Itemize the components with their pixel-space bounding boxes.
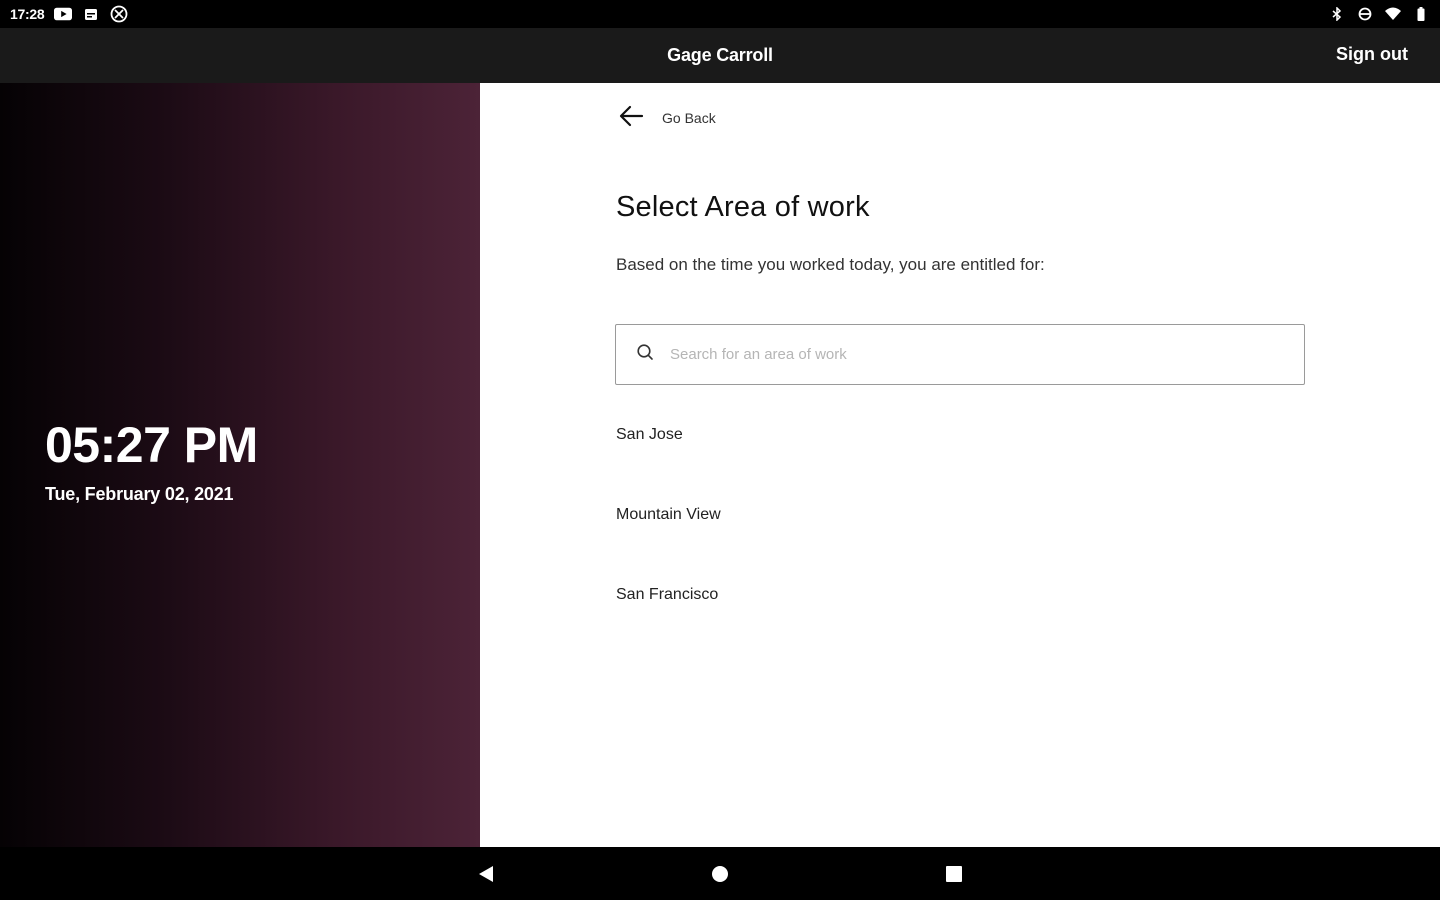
search-box[interactable] <box>615 324 1305 385</box>
clock-panel: 05:27 PM Tue, February 02, 2021 <box>0 83 480 847</box>
status-right <box>1328 7 1430 21</box>
calendar-icon <box>82 7 100 21</box>
settings-badge-icon <box>110 5 128 23</box>
clock-time: 05:27 PM <box>45 417 258 473</box>
bluetooth-icon <box>1328 7 1346 21</box>
search-icon <box>636 343 654 366</box>
page-title: Select Area of work <box>616 191 870 223</box>
app-header: Gage Carroll Sign out <box>0 28 1440 83</box>
wifi-icon <box>1384 7 1402 21</box>
status-bar: 17:28 <box>0 0 1440 28</box>
content-panel: Go Back Select Area of work Based on the… <box>480 83 1440 847</box>
go-back-button[interactable]: Go Back <box>618 103 716 132</box>
arrow-left-icon <box>618 103 644 132</box>
home-icon[interactable] <box>710 864 730 884</box>
data-saver-icon <box>1356 7 1374 21</box>
area-list: San Jose Mountain View San Francisco <box>616 423 1306 663</box>
area-item-san-jose[interactable]: San Jose <box>616 423 1306 503</box>
status-time: 17:28 <box>10 6 45 22</box>
recents-icon[interactable] <box>944 864 964 884</box>
sign-out-button[interactable]: Sign out <box>1336 44 1408 65</box>
app-screen: 17:28 Gage Carroll Sign out 05:27 PM Tue… <box>0 0 1440 900</box>
status-left: 17:28 <box>10 5 128 23</box>
battery-icon <box>1412 7 1430 21</box>
back-icon[interactable] <box>476 864 496 884</box>
search-input[interactable] <box>670 346 1270 363</box>
navigation-bar <box>0 847 1440 900</box>
page-subtitle: Based on the time you worked today, you … <box>616 255 1045 274</box>
youtube-icon <box>54 7 73 21</box>
area-item-mountain-view[interactable]: Mountain View <box>616 503 1306 583</box>
area-item-san-francisco[interactable]: San Francisco <box>616 583 1306 663</box>
user-name-title: Gage Carroll <box>667 45 773 65</box>
clock-date: Tue, February 02, 2021 <box>45 484 234 504</box>
go-back-label: Go Back <box>662 109 716 126</box>
